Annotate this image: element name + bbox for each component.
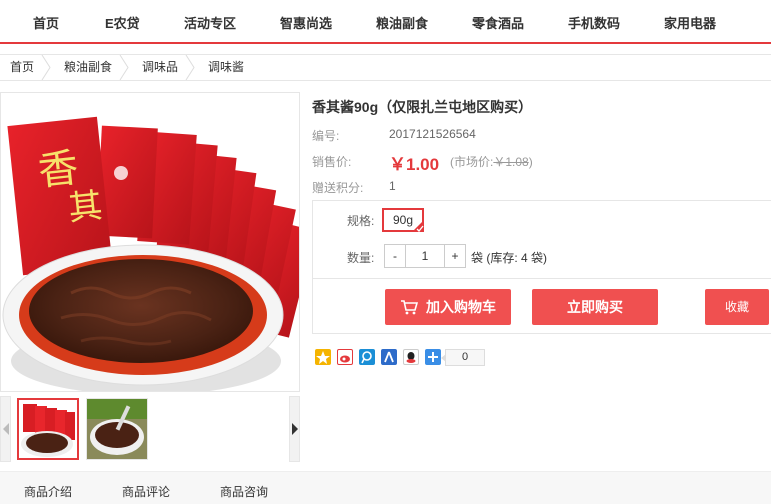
buy-now-button[interactable]: 立即购买 bbox=[532, 289, 658, 325]
price-label: 销售价: bbox=[312, 155, 352, 169]
sauce-product-picture: 香 其 bbox=[2, 116, 299, 391]
nav-item-grain-oil[interactable]: 粮油副食 bbox=[376, 13, 428, 32]
thumb-prev-button[interactable] bbox=[0, 396, 11, 462]
detail-tabs: 商品介绍 商品评论 商品咨询 bbox=[0, 471, 771, 504]
add-to-cart-button[interactable]: 加入购物车 bbox=[385, 289, 511, 325]
product-main-image[interactable]: 香 其 bbox=[0, 92, 300, 392]
points-value: 1 bbox=[389, 179, 396, 193]
market-price-suffix: ) bbox=[528, 155, 533, 169]
tab-reviews[interactable]: 商品评论 bbox=[122, 483, 170, 500]
breadcrumb-separator-icon bbox=[119, 55, 129, 80]
more-share-icon[interactable] bbox=[425, 349, 441, 365]
qq-weibo-share-icon[interactable] bbox=[359, 349, 375, 365]
product-title: 香其酱90g（仅限扎兰屯地区购买） bbox=[312, 99, 533, 115]
tab-inquiries[interactable]: 商品咨询 bbox=[220, 483, 268, 500]
quantity-increase-button[interactable]: + bbox=[444, 244, 466, 268]
purchase-options-panel: 规格: 90g 数量: - + 袋 (库存: 4 袋) 加入购物车 立即购买 收… bbox=[312, 200, 771, 334]
breadcrumb: 首页 粮油副食 调味品 调味酱 bbox=[0, 54, 771, 81]
stock-info: 袋 (库存: 4 袋) bbox=[471, 251, 548, 265]
cart-icon bbox=[401, 299, 418, 315]
nav-item-phones[interactable]: 手机数码 bbox=[568, 13, 620, 32]
market-price-prefix: (市场价: bbox=[450, 155, 494, 169]
weibo-share-icon[interactable] bbox=[337, 349, 353, 365]
sku-label: 编号: bbox=[312, 129, 340, 143]
nav-item-selection[interactable]: 智惠尚选 bbox=[280, 13, 332, 32]
nav-item-home[interactable]: 首页 bbox=[33, 13, 59, 32]
points-label: 赠送积分: bbox=[312, 181, 364, 195]
tab-product-intro[interactable]: 商品介绍 bbox=[24, 483, 72, 500]
thumb-next-button[interactable] bbox=[289, 396, 300, 462]
favorite-button[interactable]: 收藏 bbox=[705, 289, 769, 325]
spec-option-90g[interactable]: 90g bbox=[382, 208, 424, 232]
thumbnail-packets-image bbox=[19, 400, 77, 458]
breadcrumb-sauce: 调味酱 bbox=[208, 60, 245, 74]
divider bbox=[313, 278, 771, 279]
qq-friend-share-icon[interactable] bbox=[403, 349, 419, 365]
thumbnail-strip bbox=[0, 396, 300, 462]
thumbnail-2[interactable] bbox=[86, 398, 148, 460]
market-price-value: ￥1.08 bbox=[493, 155, 529, 169]
breadcrumb-home[interactable]: 首页 bbox=[10, 55, 34, 80]
nav-item-enongdai[interactable]: E农贷 bbox=[105, 13, 140, 32]
share-count: 0 bbox=[441, 349, 485, 366]
nav-item-appliances[interactable]: 家用电器 bbox=[664, 13, 716, 32]
quantity-label: 数量: bbox=[347, 251, 375, 265]
nav-item-activities[interactable]: 活动专区 bbox=[184, 13, 236, 32]
svg-text:其: 其 bbox=[66, 186, 104, 229]
quantity-decrease-button[interactable]: - bbox=[384, 244, 406, 268]
breadcrumb-grain-oil[interactable]: 粮油副食 bbox=[64, 55, 112, 80]
quantity-input[interactable] bbox=[406, 244, 444, 268]
sale-price: ￥1.00 bbox=[389, 155, 440, 174]
thumbnail-bowl-image bbox=[87, 399, 147, 459]
spec-option-label: 90g bbox=[392, 213, 414, 227]
add-to-cart-label: 加入购物车 bbox=[426, 299, 496, 315]
breadcrumb-separator-icon bbox=[41, 55, 51, 80]
thumbnail-1[interactable] bbox=[17, 398, 79, 460]
selected-check-icon bbox=[412, 220, 424, 232]
top-nav: 首页 E农贷 活动专区 智惠尚选 粮油副食 零食酒品 手机数码 家用电器 bbox=[0, 0, 771, 44]
sku-value: 2017121526564 bbox=[389, 127, 476, 141]
breadcrumb-condiments[interactable]: 调味品 bbox=[142, 55, 178, 80]
chevron-right-icon bbox=[292, 423, 298, 435]
qzone-share-icon[interactable] bbox=[315, 349, 331, 365]
spec-label: 规格: bbox=[347, 214, 375, 228]
breadcrumb-separator-icon bbox=[185, 55, 195, 80]
chevron-left-icon bbox=[3, 423, 9, 435]
market-price: (市场价:￥1.08) bbox=[450, 153, 533, 170]
svg-text:香: 香 bbox=[36, 145, 81, 195]
nav-item-snacks-wine[interactable]: 零食酒品 bbox=[472, 13, 524, 32]
renren-share-icon[interactable] bbox=[381, 349, 397, 365]
